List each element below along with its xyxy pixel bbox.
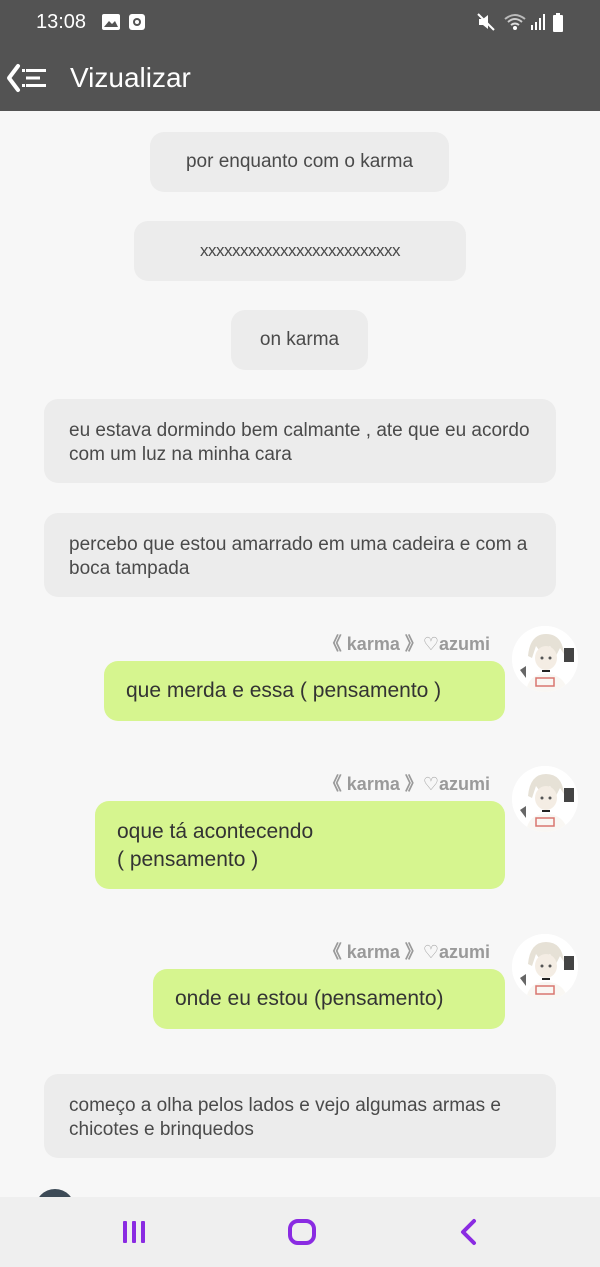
sender-name: 《 karma 》♡azumi: [323, 774, 490, 794]
nav-back-icon[interactable]: [456, 1217, 482, 1247]
signal-icon: [531, 14, 545, 30]
avatar-image: [512, 626, 578, 692]
user-message-bubble: onde eu estou (pensamento): [153, 969, 505, 1029]
user-message-bubble: oque tá acontecendo ( pensamento ): [95, 801, 505, 889]
wifi-icon: [504, 14, 526, 30]
status-bar: 13:08: [0, 0, 600, 45]
avatar[interactable]: [512, 766, 578, 832]
message-bubble: eu estava dormindo bem calmante , ate qu…: [44, 399, 556, 483]
battery-icon: [553, 13, 563, 32]
message-line: oque tá acontecendo: [117, 820, 314, 843]
gallery-icon: [102, 14, 120, 30]
recents-icon[interactable]: [120, 1217, 148, 1247]
user-message-bubble: que merda e essa ( pensamento ): [104, 661, 505, 721]
app-bar: Vizualizar: [0, 45, 600, 111]
avatar[interactable]: [512, 934, 578, 1000]
avatar-image: [512, 934, 578, 1000]
sender-name: 《 karma 》♡azumi: [323, 634, 490, 654]
message-bubble: percebo que estou amarrado em uma cadeir…: [44, 513, 556, 597]
message-bubble: por enquanto com o karma: [150, 132, 449, 192]
status-time: 13:08: [36, 11, 87, 33]
message-bubble: começo a olha pelos lados e vejo algumas…: [44, 1074, 556, 1158]
avatar-image: [512, 766, 578, 832]
message-bubble: on karma: [231, 310, 368, 370]
screen-record-icon: [129, 14, 145, 30]
navigation-bar: [0, 1197, 600, 1267]
message-line: ( pensamento ): [117, 848, 259, 871]
mute-icon: [477, 13, 495, 31]
back-menu-icon[interactable]: [6, 61, 50, 95]
message-bubble: xxxxxxxxxxxxxxxxxxxxxxxxx: [134, 221, 466, 281]
home-icon[interactable]: [287, 1217, 317, 1247]
sender-name: 《 karma 》♡azumi: [323, 942, 490, 962]
page-title: Vizualizar: [70, 62, 191, 93]
avatar[interactable]: [512, 626, 578, 692]
